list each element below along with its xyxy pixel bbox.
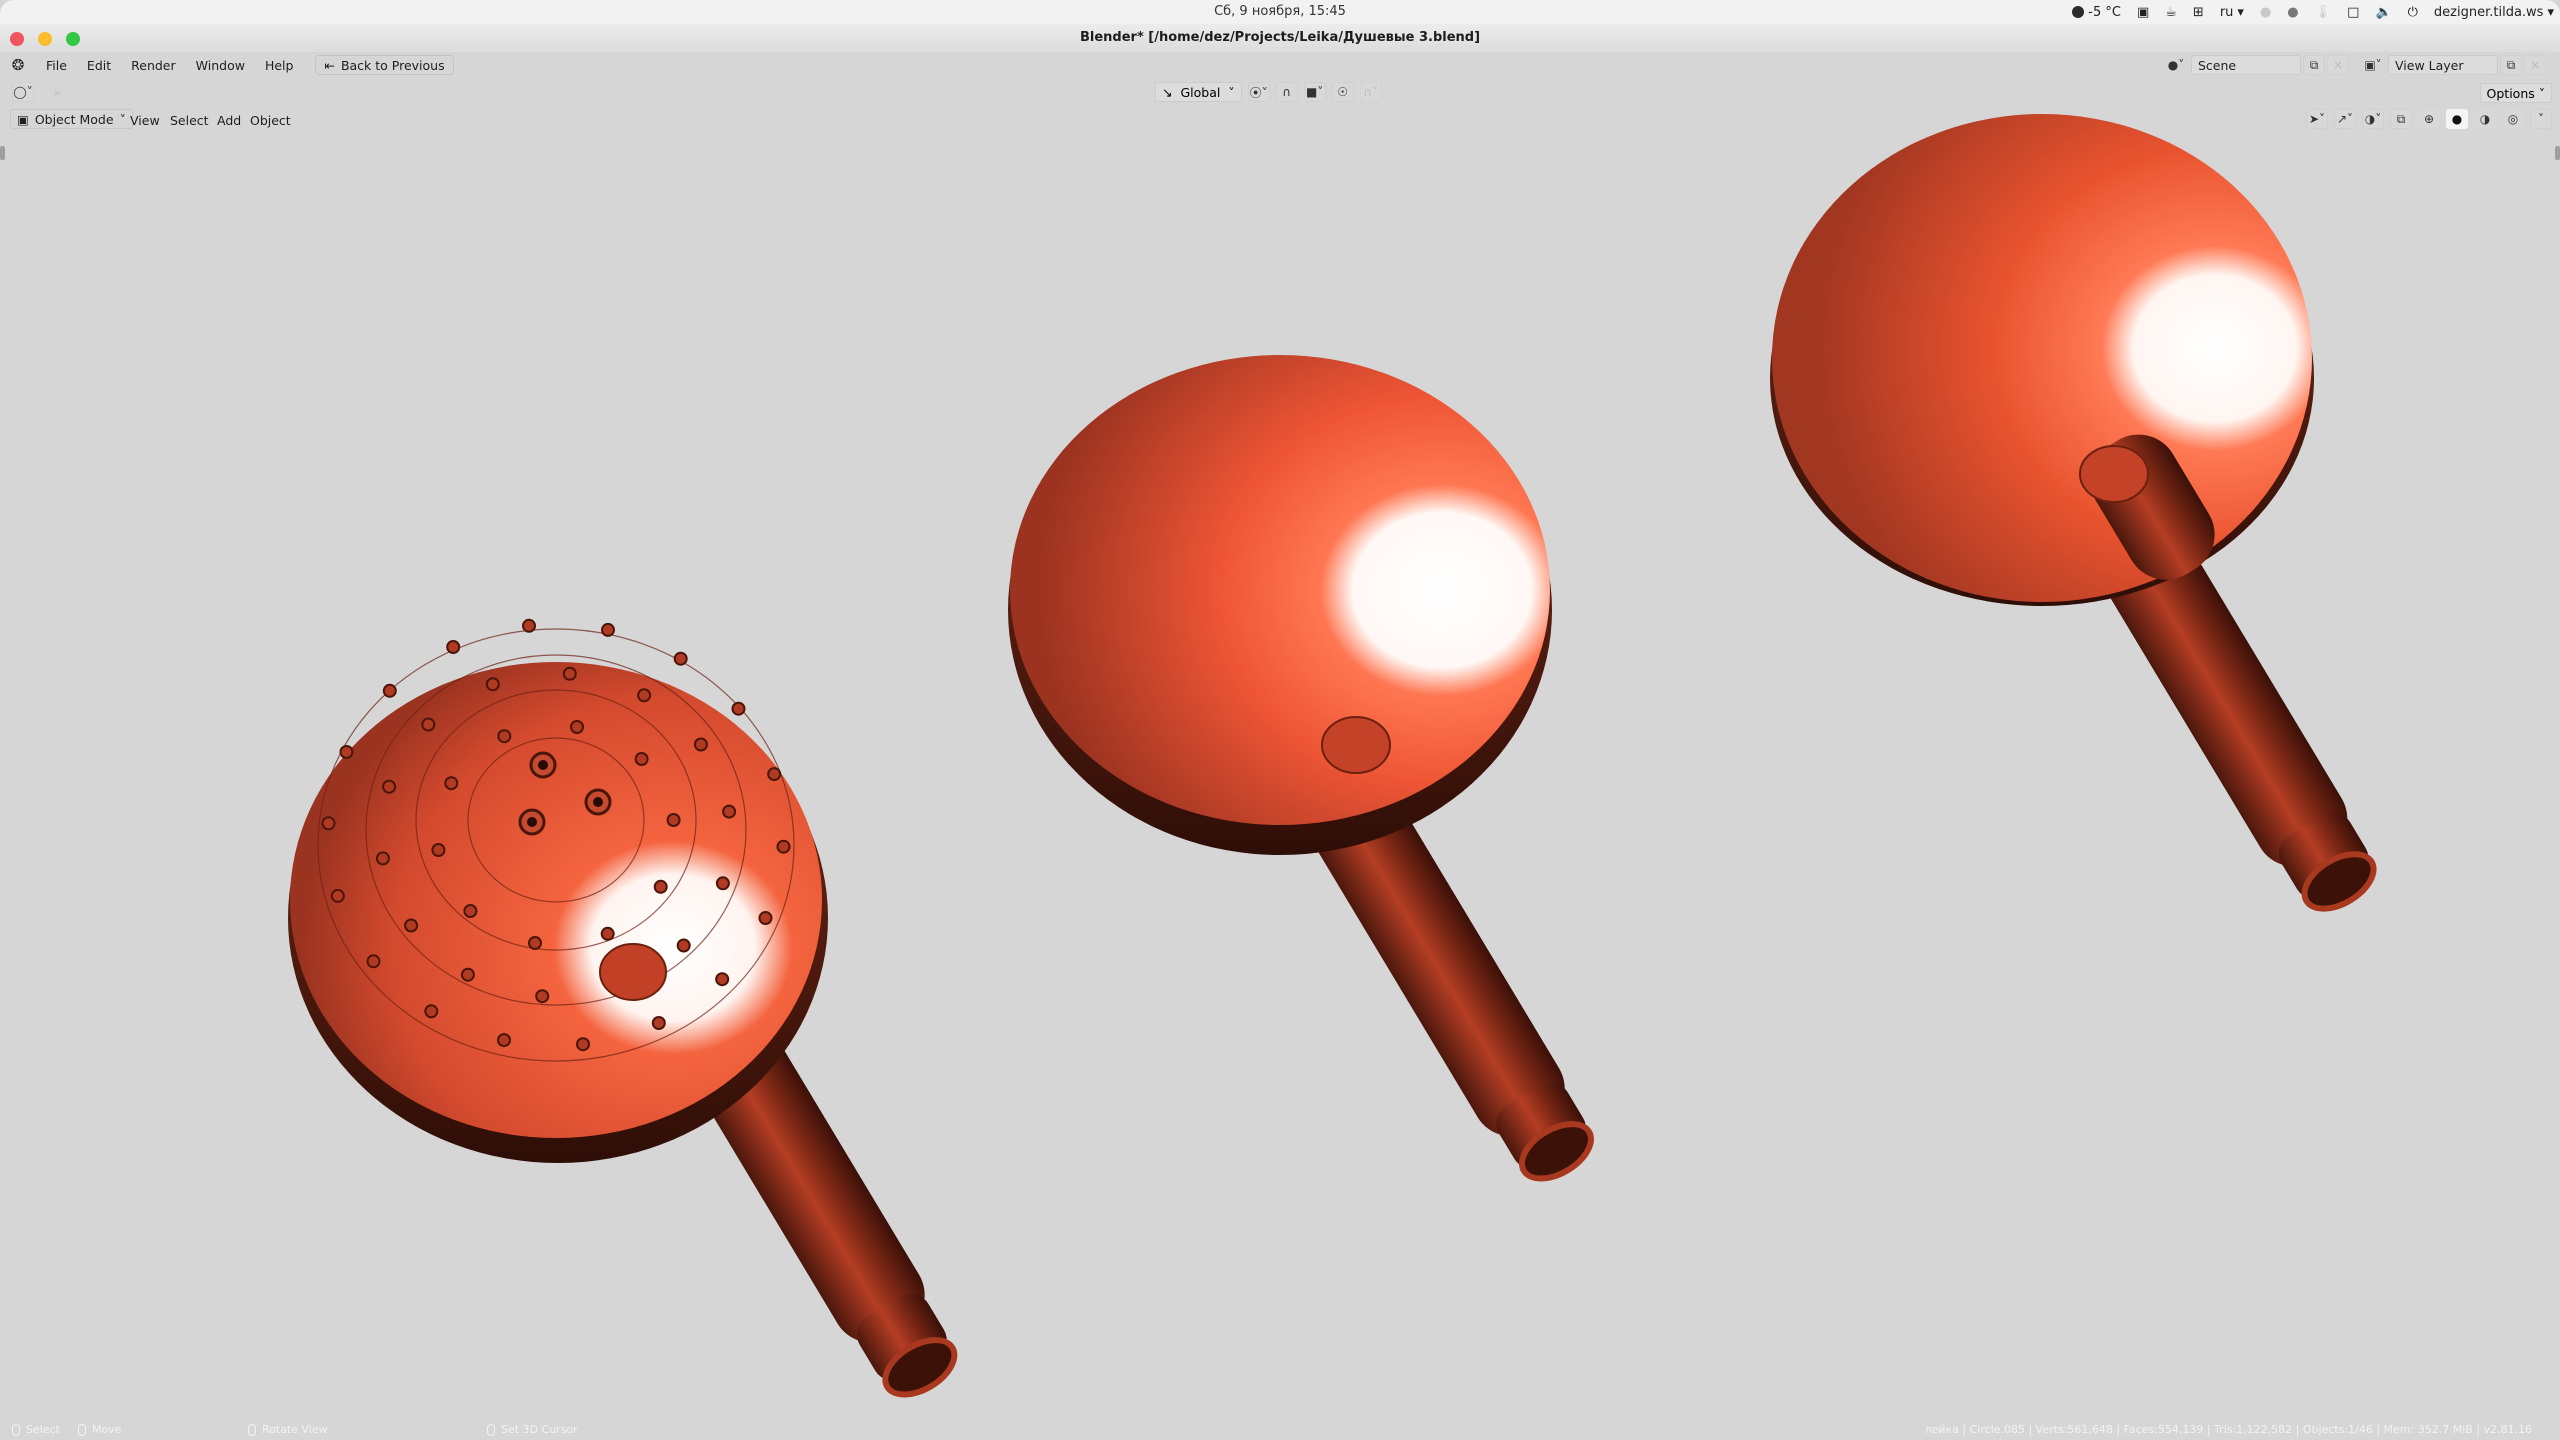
viewport-scene xyxy=(288,114,2389,1411)
scene-statistics: лейка | Circle.085 | Verts:561,648 | Fac… xyxy=(1924,1423,2532,1436)
nozzle-hole xyxy=(535,989,550,1004)
nozzle-hole xyxy=(424,1004,439,1019)
nozzle-hole xyxy=(446,640,461,654)
nozzle-hole xyxy=(497,1033,511,1048)
nozzle-hole xyxy=(404,918,419,933)
nozzle-hole xyxy=(715,876,730,891)
nozzle-hole xyxy=(637,688,652,703)
hint-select: Select xyxy=(12,1423,60,1436)
mouse-drag-icon xyxy=(78,1423,86,1436)
hint-move: Move xyxy=(78,1423,122,1436)
nozzle-hole xyxy=(731,701,746,716)
3d-viewport[interactable] xyxy=(0,114,2560,1412)
hint-rotate-view: Rotate View xyxy=(248,1423,328,1436)
hint-set-3d-cursor: Set 3D Cursor xyxy=(487,1423,578,1436)
nozzle-hole xyxy=(666,813,681,827)
nozzle-hole xyxy=(485,677,500,692)
nozzle-hole xyxy=(600,926,615,941)
nozzle-hole xyxy=(601,622,615,637)
nozzle-hole xyxy=(673,651,688,666)
blender-window: Сб, 9 ноября, 15:45 -5 °C ▣ ☕ ⊞ ru ▾ ● ● … xyxy=(0,0,2560,1440)
nozzle-hole xyxy=(634,752,649,766)
hint-select-label: Select xyxy=(26,1423,60,1436)
mouse-right-icon xyxy=(487,1423,495,1436)
mouse-left-icon xyxy=(12,1423,20,1436)
hint-move-label: Move xyxy=(92,1423,122,1436)
nozzle-hole xyxy=(330,888,345,903)
right-region-handle[interactable] xyxy=(2555,146,2560,160)
nozzle-hole xyxy=(693,737,708,752)
nozzle-hole xyxy=(715,972,730,987)
nozzle-hole xyxy=(522,618,536,633)
nozzle-hole xyxy=(421,717,436,732)
nozzle-hole xyxy=(576,1037,590,1052)
mode-button xyxy=(1321,716,1391,774)
nozzle-hole xyxy=(460,967,475,982)
nozzle-hole xyxy=(653,879,668,894)
hint-rotate-label: Rotate View xyxy=(262,1423,328,1436)
nozzle-hole xyxy=(676,938,691,953)
left-region-handle[interactable] xyxy=(0,146,5,160)
nozzle-hole xyxy=(375,851,390,866)
nozzle-hole xyxy=(463,904,478,918)
nozzle-hole xyxy=(366,954,381,969)
nozzle-hole xyxy=(758,911,773,925)
status-bar: Select Move Rotate View Set 3D Cursor ле… xyxy=(0,1418,2560,1440)
nozzle-hole xyxy=(321,816,336,831)
shower-head-back-center[interactable] xyxy=(1008,355,1606,1196)
nozzle-hole xyxy=(497,729,512,744)
nozzle-hole xyxy=(382,683,397,698)
nozzle-hole xyxy=(570,720,584,734)
shower-head-with-nozzles[interactable] xyxy=(288,618,971,1411)
hint-cursor-label: Set 3D Cursor xyxy=(501,1423,578,1436)
nozzle-hole xyxy=(431,843,446,857)
mouse-middle-icon xyxy=(248,1423,256,1436)
mode-button xyxy=(599,943,667,1001)
shower-head-back-right[interactable] xyxy=(1770,114,2389,926)
nozzle-hole xyxy=(776,839,791,854)
nozzle-hole xyxy=(651,1016,666,1030)
mode-button xyxy=(2079,445,2149,503)
nozzle-hole xyxy=(528,936,542,950)
nozzle-hole xyxy=(382,779,397,794)
nozzle-hole xyxy=(339,745,354,759)
nozzle-hole xyxy=(562,666,577,681)
nozzle-hole xyxy=(722,804,737,819)
nozzle-hole xyxy=(444,776,459,791)
nozzle-hole xyxy=(767,767,782,782)
